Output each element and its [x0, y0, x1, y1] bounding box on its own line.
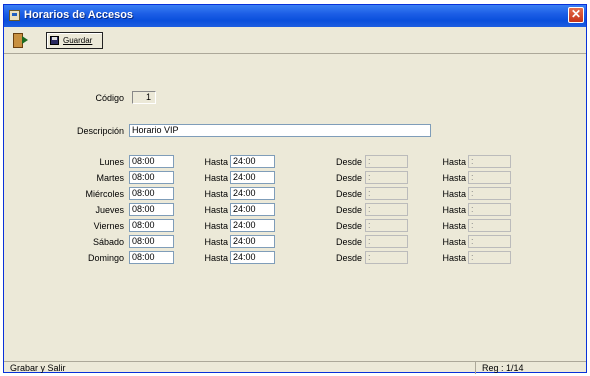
save-button-label: Guardar — [63, 36, 93, 45]
status-text: Grabar y Salir — [10, 363, 66, 373]
hasta-label: Hasta — [204, 157, 228, 167]
codigo-field: 1 — [132, 91, 156, 104]
save-button[interactable]: Guardar — [46, 32, 103, 49]
app-window: Horarios de Accesos ✕ Guardar Código 1 D… — [3, 4, 587, 374]
day-desde2-input[interactable]: : — [365, 203, 408, 216]
hasta-label: Hasta — [204, 221, 228, 231]
close-button[interactable]: ✕ — [568, 7, 584, 23]
day-desde2-input[interactable]: : — [365, 251, 408, 264]
day-from-input[interactable]: 08:00 — [129, 155, 174, 168]
hasta-label: Hasta — [442, 237, 466, 247]
day-label: Lunes — [99, 157, 124, 167]
desde-label: Desde — [335, 253, 362, 263]
title-bar[interactable]: Horarios de Accesos ✕ — [4, 5, 586, 27]
day-hasta2-input[interactable]: : — [468, 155, 511, 168]
day-desde2-input[interactable]: : — [365, 219, 408, 232]
day-label: Viernes — [93, 221, 124, 231]
desde-label: Desde — [335, 205, 362, 215]
day-hasta2-input[interactable]: : — [468, 251, 511, 264]
day-to-input[interactable]: 24:00 — [230, 219, 275, 232]
day-hasta2-input[interactable]: : — [468, 187, 511, 200]
day-hasta2-input[interactable]: : — [468, 219, 511, 232]
day-to-input[interactable]: 24:00 — [230, 171, 275, 184]
day-label: Sábado — [92, 237, 124, 247]
day-label: Miércoles — [85, 189, 124, 199]
day-desde2-input[interactable]: : — [365, 171, 408, 184]
floppy-disk-icon — [50, 36, 59, 45]
codigo-label: Código — [95, 93, 124, 103]
hasta-label: Hasta — [204, 173, 228, 183]
day-from-input[interactable]: 08:00 — [129, 171, 174, 184]
hasta-label: Hasta — [442, 157, 466, 167]
hasta-label: Hasta — [442, 221, 466, 231]
desde-label: Desde — [335, 157, 362, 167]
day-hasta2-input[interactable]: : — [468, 171, 511, 184]
day-from-input[interactable]: 08:00 — [129, 251, 174, 264]
day-to-input[interactable]: 24:00 — [230, 251, 275, 264]
hasta-label: Hasta — [204, 189, 228, 199]
hasta-label: Hasta — [442, 205, 466, 215]
day-from-input[interactable]: 08:00 — [129, 219, 174, 232]
descripcion-label: Descripción — [76, 126, 124, 136]
record-counter: Reg : 1/14 — [482, 363, 524, 373]
day-to-input[interactable]: 24:00 — [230, 235, 275, 248]
day-label: Domingo — [87, 253, 124, 263]
day-desde2-input[interactable]: : — [365, 235, 408, 248]
status-bar: Grabar y Salir Reg : 1/14 — [4, 361, 586, 374]
day-from-input[interactable]: 08:00 — [129, 187, 174, 200]
day-to-input[interactable]: 24:00 — [230, 187, 275, 200]
form-icon — [9, 10, 20, 21]
hasta-label: Hasta — [442, 173, 466, 183]
hasta-label: Hasta — [204, 253, 228, 263]
desde-label: Desde — [335, 189, 362, 199]
day-from-input[interactable]: 08:00 — [129, 235, 174, 248]
desde-label: Desde — [335, 237, 362, 247]
desde-label: Desde — [335, 221, 362, 231]
window-title: Horarios de Accesos — [24, 9, 134, 21]
day-hasta2-input[interactable]: : — [468, 203, 511, 216]
day-to-input[interactable]: 24:00 — [230, 155, 275, 168]
day-desde2-input[interactable]: : — [365, 155, 408, 168]
exit-button[interactable] — [12, 33, 30, 49]
close-icon: ✕ — [570, 7, 582, 21]
day-desde2-input[interactable]: : — [365, 187, 408, 200]
day-hasta2-input[interactable]: : — [468, 235, 511, 248]
hasta-label: Hasta — [204, 205, 228, 215]
day-from-input[interactable]: 08:00 — [129, 203, 174, 216]
toolbar: Guardar — [4, 27, 586, 54]
day-to-input[interactable]: 24:00 — [230, 203, 275, 216]
hasta-label: Hasta — [204, 237, 228, 247]
hasta-label: Hasta — [442, 189, 466, 199]
desde-label: Desde — [335, 173, 362, 183]
hasta-label: Hasta — [442, 253, 466, 263]
day-label: Martes — [96, 173, 124, 183]
descripcion-input[interactable]: Horario VIP — [129, 124, 431, 137]
day-label: Jueves — [95, 205, 124, 215]
status-divider — [475, 362, 476, 374]
